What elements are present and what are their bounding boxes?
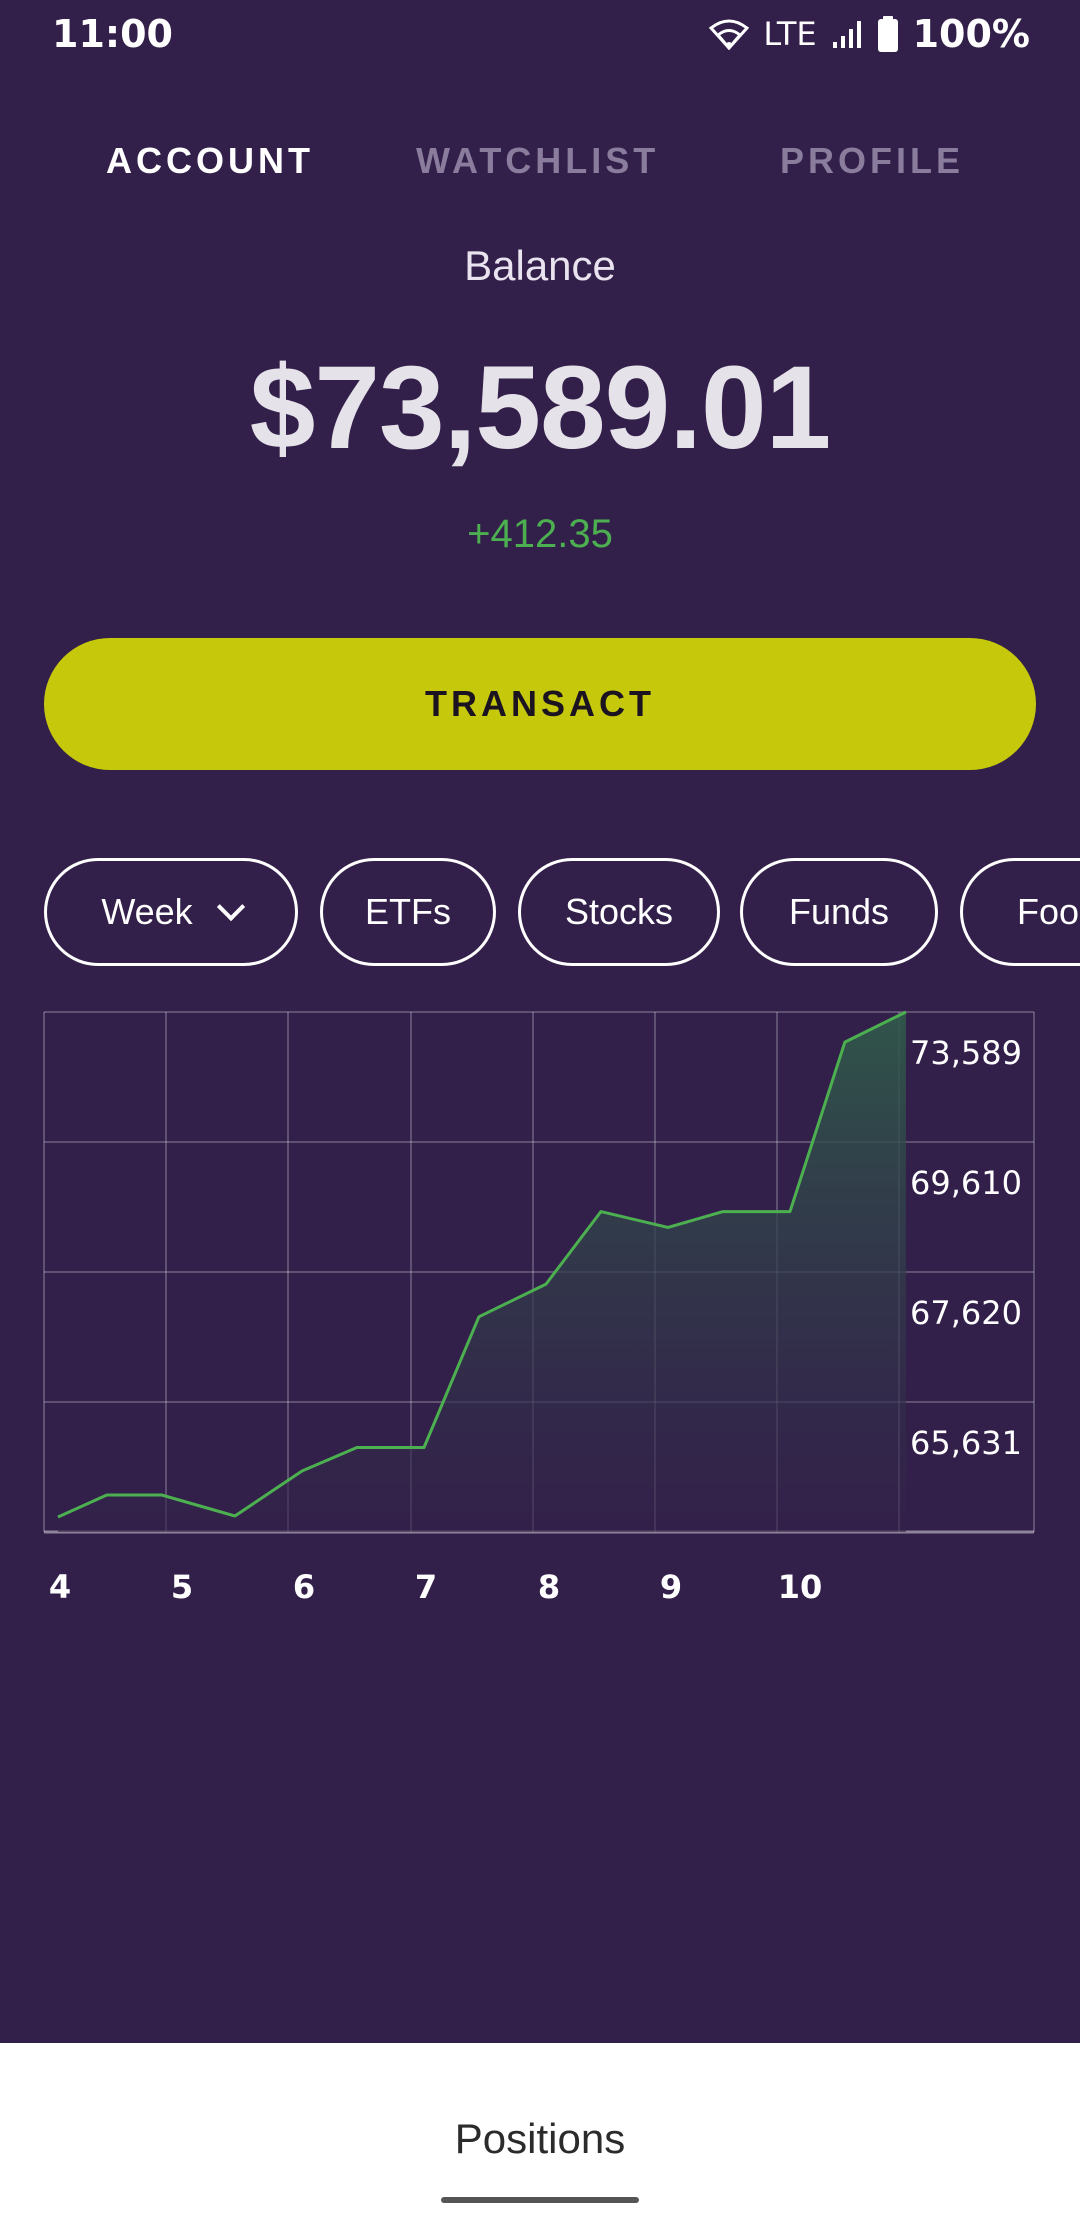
- balance-chart: 73,589 69,610 67,620 65,631 4 5 6 7 8 9 10: [0, 1000, 1080, 1640]
- chevron-down-icon: [216, 892, 245, 922]
- y-tick-label: 73,589: [910, 1034, 1022, 1072]
- balance-change: +412.35: [467, 512, 613, 556]
- battery-icon: [877, 16, 898, 52]
- balance-label: Balance: [464, 242, 616, 289]
- status-time: 11:00: [52, 12, 173, 56]
- signal-icon: [832, 21, 861, 48]
- period-dropdown[interactable]: Week: [44, 858, 298, 966]
- x-tick-label: 8: [538, 1568, 560, 1606]
- x-tick-label: 7: [415, 1568, 437, 1606]
- tab-watchlist[interactable]: WATCHLIST: [416, 140, 659, 182]
- wifi-icon: [709, 19, 750, 50]
- x-tick-label: 9: [660, 1568, 682, 1606]
- balance-amount: $73,589.01: [249, 342, 832, 474]
- top-tabs: ACCOUNT WATCHLIST PROFILE: [0, 140, 1080, 190]
- x-tick-label: 10: [778, 1568, 823, 1606]
- gesture-nav-handle[interactable]: [441, 2197, 639, 2203]
- tab-profile[interactable]: PROFILE: [780, 140, 964, 182]
- chip-etfs[interactable]: ETFs: [320, 858, 496, 966]
- status-bar: 11:00 LTE 100%: [0, 0, 1080, 70]
- chip-food[interactable]: Foo: [960, 858, 1080, 966]
- chip-funds[interactable]: Funds: [740, 858, 938, 966]
- y-tick-label: 69,610: [910, 1164, 1022, 1202]
- transact-button[interactable]: TRANSACT: [44, 638, 1036, 770]
- battery-level: 100%: [912, 12, 1030, 56]
- x-tick-label: 4: [49, 1568, 71, 1606]
- positions-title: Positions: [454, 2115, 626, 2162]
- status-indicators: LTE 100%: [709, 12, 1030, 56]
- period-dropdown-label: Week: [101, 891, 193, 932]
- filter-chips: Week ETFs Stocks Funds Foo: [0, 858, 1080, 970]
- x-tick-label: 5: [171, 1568, 193, 1606]
- balance-chart-svg: 73,589 69,610 67,620 65,631 4 5 6 7 8 9 10: [43, 1010, 1035, 1606]
- y-tick-label: 67,620: [910, 1294, 1022, 1332]
- chip-stocks[interactable]: Stocks: [518, 858, 720, 966]
- app-screen: 11:00 LTE 100% ACCOUNT WATCHLIST PROFILE…: [0, 0, 1080, 2220]
- x-tick-label: 6: [293, 1568, 315, 1606]
- tab-account[interactable]: ACCOUNT: [106, 140, 314, 182]
- network-type: LTE: [763, 15, 817, 53]
- y-tick-label: 65,631: [910, 1424, 1022, 1462]
- positions-sheet[interactable]: Positions: [0, 2043, 1080, 2220]
